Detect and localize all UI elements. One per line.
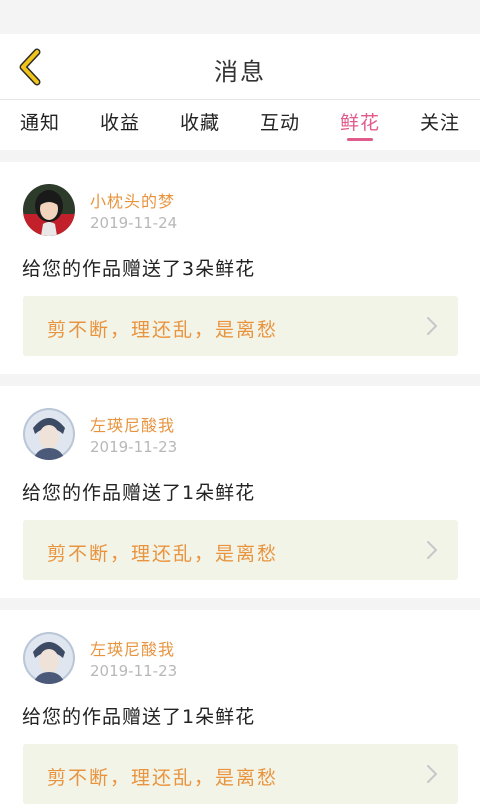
username[interactable]: 左瑛尼酸我	[90, 412, 175, 436]
message-card: 小枕头的梦 2019-11-24 给您的作品赠送了3朵鲜花 剪不断，理还乱，是离…	[0, 162, 480, 374]
avatar-boy-image	[23, 632, 75, 684]
chevron-right-icon	[427, 541, 437, 559]
username[interactable]: 小枕头的梦	[90, 188, 175, 212]
work-link[interactable]: 剪不断，理还乱，是离愁	[23, 520, 458, 580]
message-list: 小枕头的梦 2019-11-24 给您的作品赠送了3朵鲜花 剪不断，理还乱，是离…	[0, 162, 480, 812]
tab-interactions[interactable]: 互动	[240, 100, 320, 150]
tab-follows[interactable]: 关注	[400, 100, 480, 150]
work-title: 剪不断，理还乱，是离愁	[47, 543, 279, 565]
message-card: 左瑛尼酸我 2019-11-23 给您的作品赠送了1朵鲜花 剪不断，理还乱，是离…	[0, 610, 480, 812]
message-date: 2019-11-23	[90, 438, 178, 456]
avatar[interactable]	[23, 408, 75, 460]
header-bar: 消息	[0, 34, 480, 100]
tab-bar: 通知 收益 收藏 互动 鲜花 关注	[0, 100, 480, 150]
work-title: 剪不断，理还乱，是离愁	[47, 767, 279, 789]
username[interactable]: 左瑛尼酸我	[90, 636, 175, 660]
chevron-right-icon	[427, 317, 437, 335]
avatar-girl-image	[23, 184, 75, 236]
message-text: 给您的作品赠送了1朵鲜花	[22, 706, 256, 728]
message-text: 给您的作品赠送了1朵鲜花	[22, 482, 256, 504]
work-link[interactable]: 剪不断，理还乱，是离愁	[23, 296, 458, 356]
work-link[interactable]: 剪不断，理还乱，是离愁	[23, 744, 458, 804]
page-title: 消息	[214, 58, 266, 86]
avatar[interactable]	[23, 632, 75, 684]
tab-earnings[interactable]: 收益	[80, 100, 160, 150]
tab-flowers[interactable]: 鲜花	[320, 100, 400, 150]
message-card: 左瑛尼酸我 2019-11-23 给您的作品赠送了1朵鲜花 剪不断，理还乱，是离…	[0, 386, 480, 598]
tab-notifications[interactable]: 通知	[0, 100, 80, 150]
chevron-right-icon	[427, 765, 437, 783]
tab-favorites[interactable]: 收藏	[160, 100, 240, 150]
message-date: 2019-11-24	[90, 214, 178, 232]
avatar[interactable]	[23, 184, 75, 236]
message-date: 2019-11-23	[90, 662, 178, 680]
avatar-boy-image	[23, 408, 75, 460]
work-title: 剪不断，理还乱，是离愁	[47, 319, 279, 341]
message-text: 给您的作品赠送了3朵鲜花	[22, 258, 256, 280]
status-bar	[0, 0, 480, 34]
